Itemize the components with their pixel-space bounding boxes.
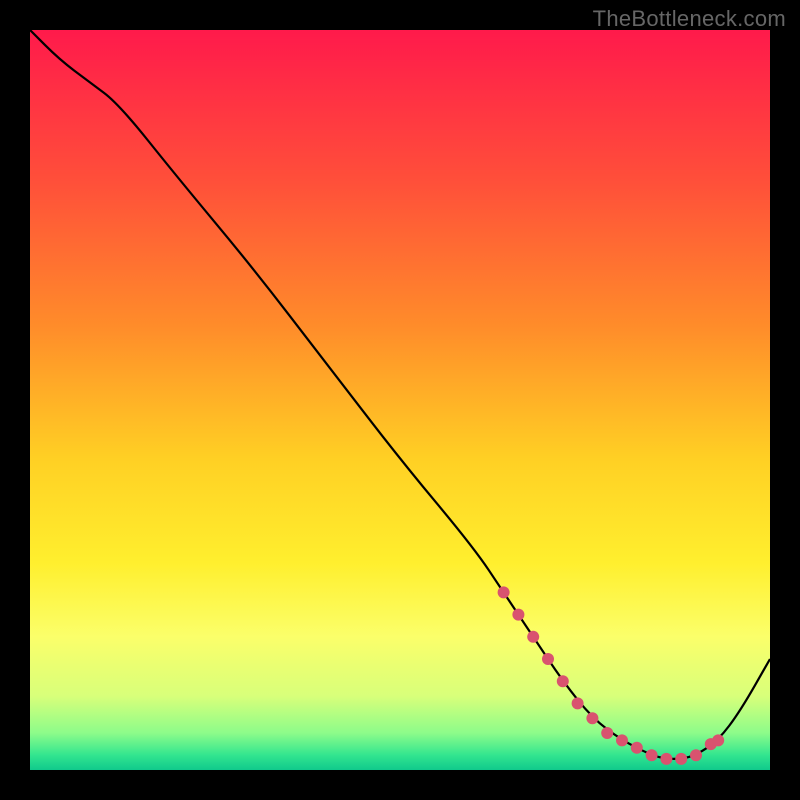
curve-marker (527, 631, 539, 643)
curve-marker (542, 653, 554, 665)
curve-marker (712, 734, 724, 746)
curve-marker (631, 742, 643, 754)
curve-marker (690, 749, 702, 761)
curve-marker (557, 675, 569, 687)
chart-svg (30, 30, 770, 770)
curve-marker (498, 586, 510, 598)
curve-marker (646, 749, 658, 761)
curve-marker (616, 734, 628, 746)
curve-marker (660, 753, 672, 765)
curve-marker (675, 753, 687, 765)
curve-marker (572, 697, 584, 709)
gradient-background (30, 30, 770, 770)
chart-container: TheBottleneck.com (0, 0, 800, 800)
plot-area (30, 30, 770, 770)
curve-marker (586, 712, 598, 724)
attribution-label: TheBottleneck.com (593, 6, 786, 32)
curve-marker (601, 727, 613, 739)
curve-marker (512, 609, 524, 621)
